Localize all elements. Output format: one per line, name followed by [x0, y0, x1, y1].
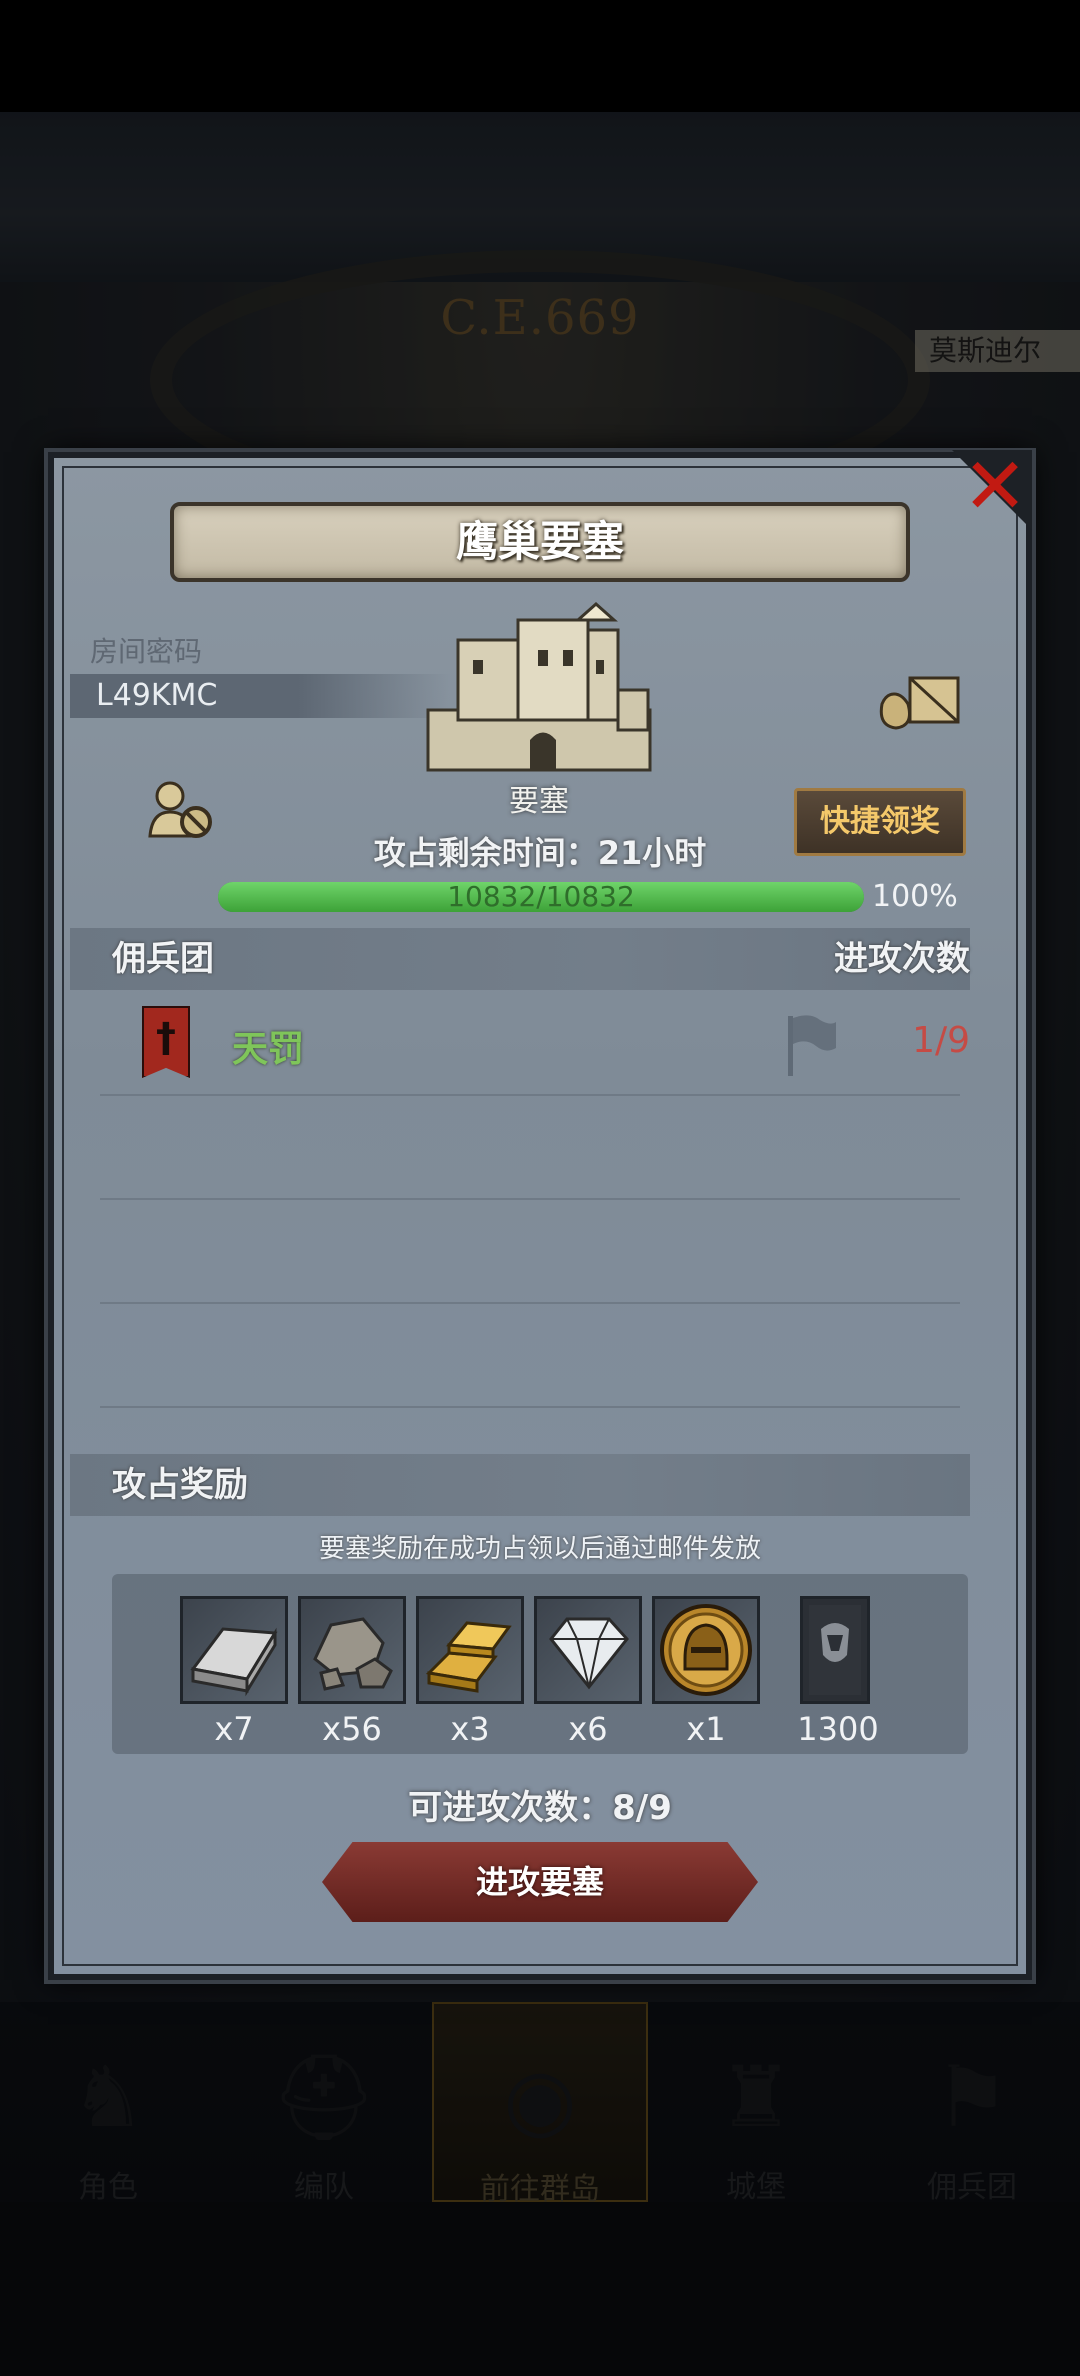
attack-count-header-label: 进攻次数 — [834, 939, 970, 979]
dialog-title: 鹰巢要塞 — [455, 517, 624, 566]
mercenary-header-label: 佣兵团 — [112, 939, 214, 979]
knight-helmet-coin-icon — [660, 1604, 752, 1696]
reward-qty: x7 — [214, 1710, 254, 1748]
fortress-hp-text: 10832/10832 — [447, 880, 635, 913]
quick-claim-button[interactable]: 快捷领奖 — [794, 788, 966, 856]
row-divider — [100, 1406, 960, 1408]
diamond-icon — [549, 1617, 629, 1690]
guild-sword-icon: † — [156, 1015, 176, 1061]
reward-header-label: 攻占奖励 — [112, 1465, 248, 1505]
row-divider — [100, 1198, 960, 1200]
close-icon[interactable]: ✕ — [960, 448, 1030, 526]
reward-item[interactable] — [800, 1596, 870, 1704]
room-code-value: L49KMC — [96, 678, 218, 713]
reward-qty: x1 — [686, 1710, 726, 1748]
reward-note: 要塞奖励在成功占领以后通过邮件发放 — [318, 1534, 761, 1564]
guild-name[interactable]: 天罚 — [232, 1020, 304, 1072]
reward-item[interactable] — [298, 1596, 406, 1704]
reward-item[interactable] — [652, 1596, 760, 1704]
room-code-label: 房间密码 — [90, 635, 203, 668]
reward-qty: x6 — [568, 1710, 608, 1748]
user-block-icon[interactable] — [146, 778, 216, 842]
flag-icon — [788, 1015, 836, 1076]
reward-item[interactable] — [180, 1596, 288, 1704]
mercenary-banner-icon — [809, 1605, 861, 1695]
reward-qty: 1300 — [797, 1710, 879, 1748]
fortress-hp-percent: 100% — [872, 879, 958, 914]
attack-fortress-button-label[interactable]: 进攻要塞 — [322, 1842, 758, 1922]
attempts-remaining: 可进攻次数：8/9 — [408, 1788, 672, 1828]
iron-ingot-icon — [190, 1627, 278, 1697]
stone-ore-icon — [313, 1617, 393, 1691]
remaining-time: 攻占剩余时间：21小时 — [373, 834, 707, 872]
reward-qty: x56 — [322, 1710, 382, 1748]
reward-item[interactable] — [534, 1596, 642, 1704]
guild-attack-count: 1/9 — [912, 1020, 970, 1061]
reward-item[interactable] — [416, 1596, 524, 1704]
fortress-label: 要塞 — [509, 784, 569, 819]
gold-bars-icon — [425, 1621, 512, 1693]
fortress-castle-icon — [426, 601, 652, 772]
row-divider — [100, 1302, 960, 1304]
row-divider — [100, 1094, 960, 1096]
reward-qty: x3 — [450, 1710, 490, 1748]
loot-crate-icon[interactable] — [874, 664, 964, 734]
